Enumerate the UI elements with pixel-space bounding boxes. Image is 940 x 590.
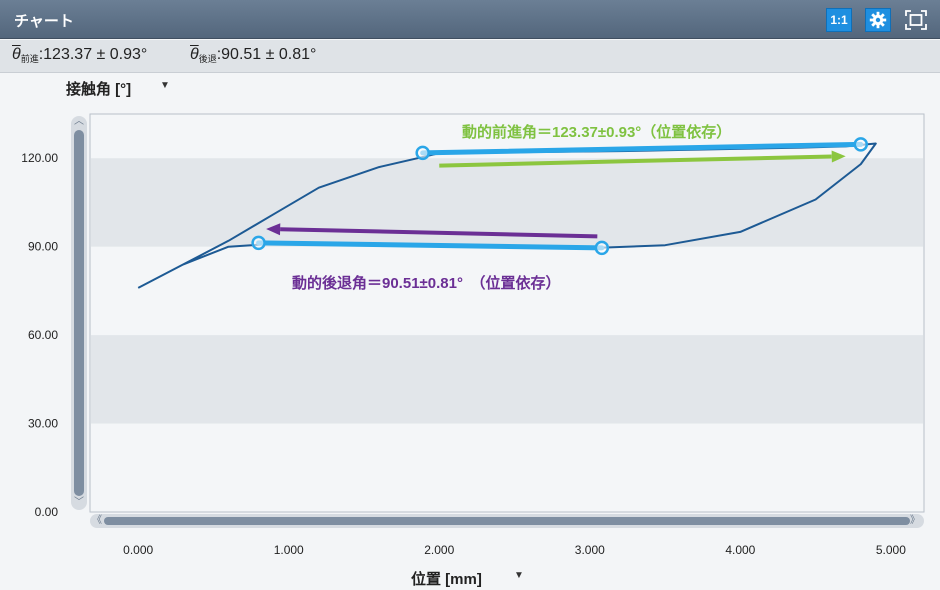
x-tick-label: 1.000 [274,543,304,557]
x-tick-label: 4.000 [725,543,755,557]
x-tick-label: 3.000 [575,543,605,557]
fit-endpoint-marker [853,137,869,152]
fit-endpoint-marker [251,235,266,251]
x-tick-label: 2.000 [424,543,454,557]
y-tick-label: 120.00 [21,151,58,165]
advancing-angle-annotation: 動的前進角＝123.37±0.93°（位置依存） [462,123,731,141]
x-axis-ticks: 0.000 1.000 2.000 3.000 4.000 5.000 [123,543,906,557]
y-tick-label: 90.00 [28,240,58,254]
x-tick-label: 0.000 [123,543,153,557]
y-band-0 [91,335,923,424]
receding-angle-annotation: 動的後退角＝90.51±0.81° （位置依存） [292,274,560,292]
fit-endpoint-marker [415,145,430,161]
y-tick-label: 0.00 [35,505,59,519]
fit-endpoint-marker [594,240,610,256]
y-axis-ticks: 0.00 30.00 60.00 90.00 120.00 [21,151,58,519]
y-tick-label: 30.00 [28,417,58,431]
x-tick-label: 5.000 [876,543,906,557]
contact-angle-chart: 0.00 30.00 60.00 90.00 120.00 0.000 1.000 2.00… [21,113,925,557]
y-tick-label: 60.00 [28,328,58,342]
x-axis-label[interactable]: 位置 [mm] [411,568,482,589]
x-axis-dropdown-icon[interactable]: ▼ [514,570,524,581]
